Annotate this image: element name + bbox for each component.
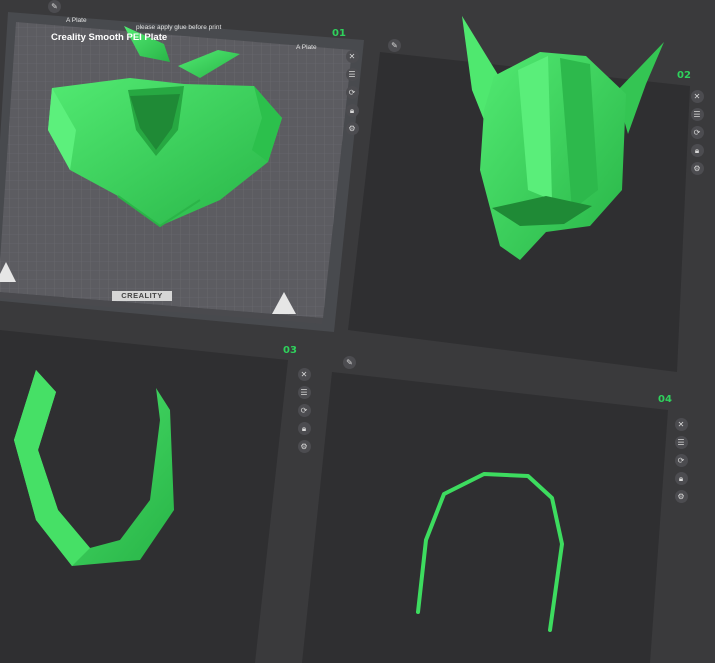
auto-orient-icon[interactable]: ⟳ (690, 126, 704, 139)
plate-04-edit-icon[interactable]: ✎ (343, 356, 356, 369)
plate-number-03: 03 (283, 345, 297, 356)
plate-number-01: 01 (332, 28, 346, 39)
lock-icon[interactable]: 🔒︎ (690, 144, 704, 157)
plate-01-toolbar: ✕ ☰ ⟳ 🔒︎ ⚙ (345, 50, 359, 140)
plate-number-02: 02 (677, 70, 691, 81)
plate-notice: please apply glue before print (136, 24, 222, 31)
lock-icon[interactable]: 🔒︎ (674, 472, 688, 485)
plate-02-edit-icon[interactable]: ✎ (388, 39, 401, 52)
plate-04-bed[interactable] (302, 372, 668, 663)
auto-orient-icon[interactable]: ⟳ (674, 454, 688, 467)
plate-03-toolbar: ✕ ☰ ⟳ 🔒︎ ⚙ (297, 368, 311, 458)
bed-plate-title: Creality Smooth PEI Plate (51, 32, 168, 43)
plate-tab-right: A Plate (296, 44, 317, 51)
plate-02-toolbar: ✕ ☰ ⟳ 🔒︎ ⚙ (690, 90, 704, 180)
arrange-icon[interactable]: ☰ (297, 386, 311, 399)
plate-01-edit-icon[interactable]: ✎ (48, 0, 61, 13)
auto-orient-icon[interactable]: ⟳ (345, 86, 359, 99)
close-icon[interactable]: ✕ (297, 368, 311, 381)
bed-brand-label: CREALITY (112, 291, 172, 301)
close-icon[interactable]: ✕ (690, 90, 704, 103)
close-icon[interactable]: ✕ (674, 418, 688, 431)
lock-icon[interactable]: 🔒︎ (297, 422, 311, 435)
arrange-icon[interactable]: ☰ (345, 68, 359, 81)
plate-number-04: 04 (658, 394, 672, 405)
settings-icon[interactable]: ⚙ (674, 490, 688, 503)
settings-icon[interactable]: ⚙ (345, 122, 359, 135)
settings-icon[interactable]: ⚙ (297, 440, 311, 453)
plate-tab-left: A Plate (66, 17, 87, 24)
settings-icon[interactable]: ⚙ (690, 162, 704, 175)
plate-04-toolbar: ✕ ☰ ⟳ 🔒︎ ⚙ (674, 418, 688, 508)
auto-orient-icon[interactable]: ⟳ (297, 404, 311, 417)
arrange-icon[interactable]: ☰ (674, 436, 688, 449)
lock-icon[interactable]: 🔒︎ (345, 104, 359, 117)
arrange-icon[interactable]: ☰ (690, 108, 704, 121)
close-icon[interactable]: ✕ (345, 50, 359, 63)
